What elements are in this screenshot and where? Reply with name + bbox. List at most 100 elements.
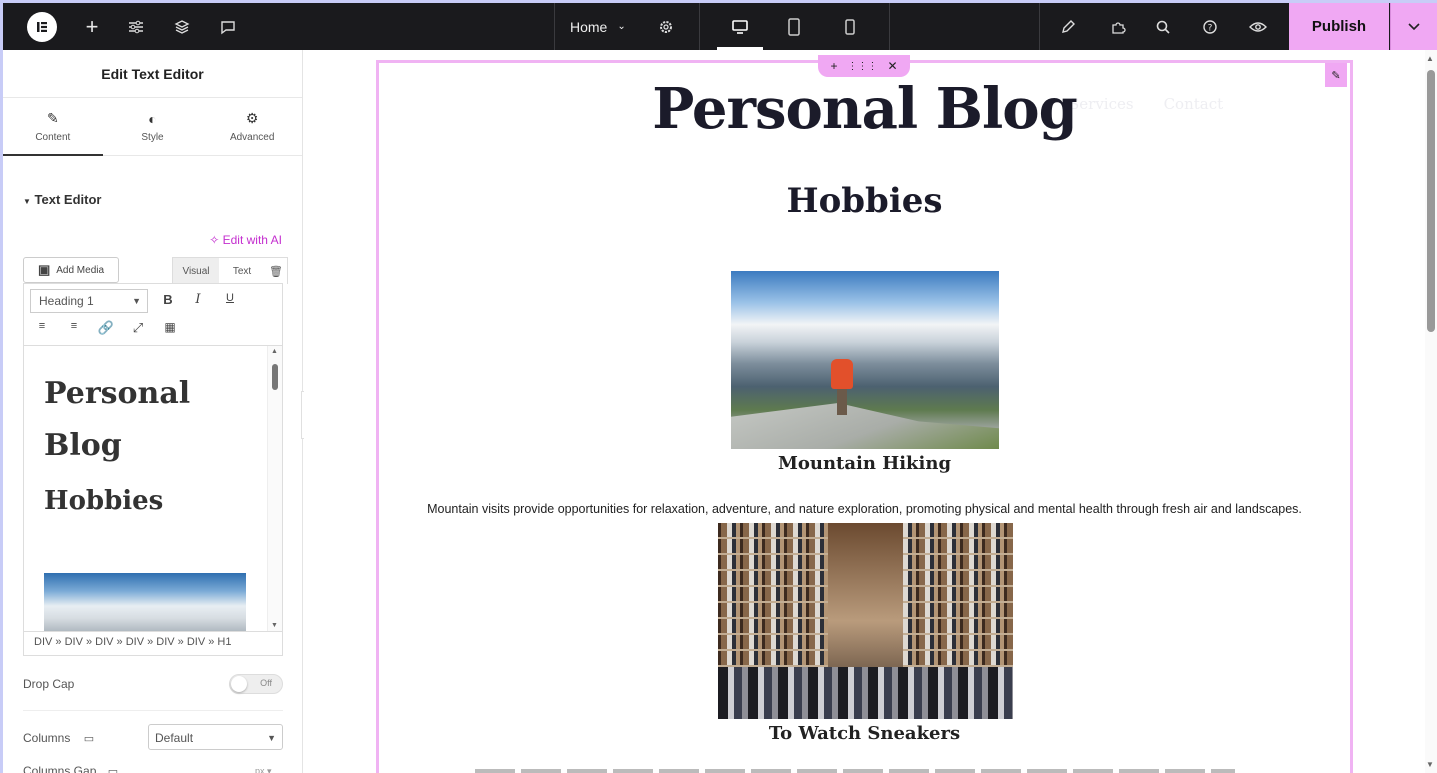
numbered-list-icon[interactable]: ≡ <box>64 320 84 332</box>
tab-label: Style <box>141 131 164 143</box>
rock-shape <box>731 403 999 449</box>
chevron-down-icon: ⌄ <box>617 21 626 32</box>
toggle-knob <box>231 676 247 692</box>
editor-heading-1: Personal Blog <box>44 376 191 463</box>
columns-select[interactable]: Default ▼ <box>148 724 283 750</box>
editor-mode-tabs: Visual Text 🗑 <box>172 257 288 284</box>
hiker-figure <box>831 359 853 389</box>
editor-heading-2: Hobbies <box>44 486 164 516</box>
edit-with-ai-link[interactable]: ✧ Edit with AI <box>209 233 282 247</box>
apps-puzzle-icon[interactable] <box>1103 3 1133 50</box>
tab-style[interactable]: ◐ Style <box>103 98 203 155</box>
elementor-editor: + Home ⌄ ? Publish Edit Text Editor ✎ Co… <box>3 3 1437 773</box>
site-settings-sliders-icon[interactable] <box>121 3 151 50</box>
toolbar-toggle-icon[interactable]: ▦ <box>160 320 180 334</box>
scroll-down-icon[interactable]: ▼ <box>271 622 278 629</box>
add-element-icon[interactable]: + <box>77 3 107 50</box>
add-media-button[interactable]: ▣ Add Media <box>23 257 119 283</box>
visual-tab[interactable]: Visual <box>173 258 219 284</box>
elementor-logo-icon[interactable] <box>27 12 57 42</box>
bullet-list-icon[interactable]: ≡ <box>32 320 52 332</box>
columns-label: Columns ▭ <box>23 731 94 745</box>
page-selector[interactable]: Home ⌄ <box>570 3 626 50</box>
caret-down-icon: ▼ <box>267 733 276 743</box>
structure-layers-icon[interactable] <box>167 3 197 50</box>
page-selector-label: Home <box>570 18 608 35</box>
active-tab-indicator <box>3 154 103 156</box>
columns-gap-label-text: Columns Gap <box>23 764 97 773</box>
tab-label: Content <box>35 132 71 143</box>
sneakers-image[interactable] <box>718 523 1013 719</box>
scroll-up-icon[interactable]: ▲ <box>1426 54 1434 63</box>
bold-icon[interactable]: B <box>158 292 178 307</box>
edit-with-ai-label: Edit with AI <box>222 233 282 247</box>
trash-icon[interactable]: 🗑 <box>265 258 287 284</box>
editor-toolbar: Heading 1 ▼ B I U ≡ ≡ 🔗 ⤢ ▦ <box>24 284 282 346</box>
section-heading[interactable]: Hobbies <box>379 181 1350 221</box>
underline-icon[interactable]: U <box>220 292 240 304</box>
sparkle-icon: ✧ <box>209 233 220 247</box>
desktop-view-icon[interactable] <box>725 3 755 50</box>
panel-tabs: ✎ Content ◐ Style ⚙ Advanced <box>3 98 302 156</box>
top-bar: + Home ⌄ ? Publish <box>3 3 1437 50</box>
caret-down-icon: ▼ <box>132 296 141 306</box>
toggle-state: Off <box>260 678 272 688</box>
divider <box>23 710 283 711</box>
tab-advanced[interactable]: ⚙ Advanced <box>202 98 302 155</box>
tablet-view-icon[interactable] <box>779 3 809 50</box>
image-caption: To Watch Sneakers <box>768 723 961 744</box>
editor-image-thumbnail <box>44 573 246 631</box>
scrollbar-thumb[interactable] <box>272 364 278 390</box>
image-caption: Mountain Hiking <box>777 453 952 474</box>
divider <box>699 3 700 50</box>
format-select[interactable]: Heading 1 ▼ <box>30 289 148 313</box>
scroll-up-icon[interactable]: ▲ <box>271 348 278 355</box>
publish-button[interactable]: Publish <box>1289 3 1389 50</box>
search-icon[interactable] <box>1148 3 1178 50</box>
section-title: Text Editor <box>34 192 102 207</box>
drop-cap-toggle[interactable]: Off <box>229 674 283 694</box>
mobile-view-icon[interactable] <box>835 3 865 50</box>
caret-down-icon: ▼ <box>23 197 31 206</box>
comments-icon[interactable] <box>213 3 243 50</box>
page-title[interactable]: Personal Blog <box>379 76 1350 142</box>
fullscreen-icon[interactable]: ⤢ <box>128 320 148 336</box>
italic-icon[interactable]: I <box>188 292 208 307</box>
columns-gap-label: Columns Gap ▭ <box>23 764 118 773</box>
cut-off-paragraph <box>475 769 1235 773</box>
gear-icon: ⚙ <box>245 110 259 126</box>
columns-value: Default <box>155 731 194 745</box>
page-scrollbar[interactable]: ▲ ▼ <box>1425 50 1437 773</box>
floor-pattern <box>718 667 1013 719</box>
half-circle-icon: ◐ <box>148 110 157 127</box>
notes-pen-icon[interactable] <box>1053 3 1083 50</box>
mountain-hiking-image[interactable] <box>731 271 999 449</box>
desktop-responsive-icon[interactable]: ▭ <box>84 733 94 745</box>
scroll-down-icon[interactable]: ▼ <box>1426 760 1434 769</box>
divider <box>889 3 890 50</box>
section-toggle[interactable]: ▼ Text Editor <box>23 192 101 207</box>
unit-selector[interactable]: px ▾ <box>255 766 272 773</box>
preview-eye-icon[interactable] <box>1243 3 1273 50</box>
element-path-breadcrumb: DIV » DIV » DIV » DIV » DIV » DIV » H1 <box>24 631 282 655</box>
tab-content[interactable]: ✎ Content <box>3 98 103 155</box>
divider <box>1039 3 1040 50</box>
paragraph: Mountain visits provide opportunities fo… <box>427 502 1302 516</box>
help-icon[interactable]: ? <box>1195 3 1225 50</box>
columns-label-text: Columns <box>23 731 71 745</box>
format-value: Heading 1 <box>39 294 94 308</box>
link-icon[interactable]: 🔗 <box>96 320 116 336</box>
text-tab[interactable]: Text <box>219 258 265 284</box>
media-icon: ▣ <box>37 262 51 277</box>
desktop-responsive-icon[interactable]: ▭ <box>108 766 118 773</box>
hiker-legs <box>837 387 847 415</box>
page-settings-gear-icon[interactable] <box>651 3 681 50</box>
drop-cap-label: Drop Cap <box>23 677 75 691</box>
scrollbar-thumb[interactable] <box>1427 70 1435 332</box>
svg-text:?: ? <box>1208 23 1213 33</box>
publish-options-chevron-icon[interactable] <box>1390 3 1437 50</box>
page-content: Services Contact Personal Blog Hobbies M… <box>379 61 1350 773</box>
editor-content[interactable]: Personal Blog Hobbies <box>24 346 282 631</box>
editor-scrollbar[interactable]: ▲ ▼ <box>267 346 282 631</box>
pencil-icon: ✎ <box>46 110 59 126</box>
